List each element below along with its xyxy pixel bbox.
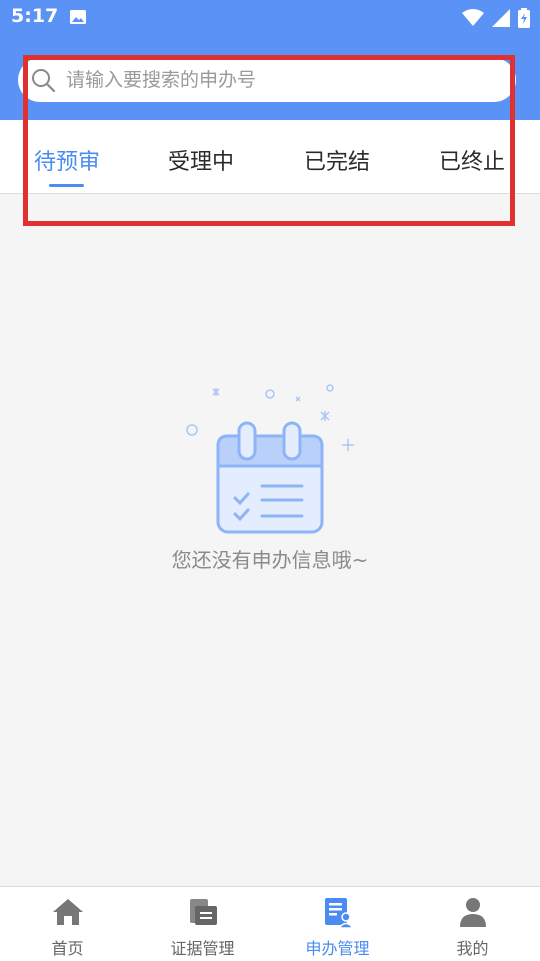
nav-mine-label: 我的 xyxy=(456,939,489,958)
status-tabs: 待预审 受理中 已完结 已终止 xyxy=(0,120,540,194)
application-manage-icon xyxy=(324,898,355,929)
cellular-signal-icon xyxy=(492,9,510,27)
person-icon xyxy=(459,898,486,927)
status-bar: 5:17 xyxy=(0,0,540,36)
search-bar[interactable] xyxy=(18,58,516,102)
nav-application-manage-label: 申办管理 xyxy=(305,939,370,958)
search-input[interactable] xyxy=(64,68,468,92)
nav-evidence-manage-label: 证据管理 xyxy=(170,939,235,958)
tab-processing[interactable]: 受理中 xyxy=(168,144,234,176)
empty-state-message: 您还没有申办信息哦~ xyxy=(171,548,369,572)
tab-pending-review[interactable]: 待预审 xyxy=(34,144,100,176)
image-notification-icon xyxy=(70,10,86,24)
nav-home[interactable]: 首页 xyxy=(0,887,135,961)
battery-icon xyxy=(518,8,530,28)
nav-evidence-manage[interactable]: 证据管理 xyxy=(135,887,270,961)
status-time: 5:17 xyxy=(11,5,59,27)
tab-terminated[interactable]: 已终止 xyxy=(439,144,505,176)
nav-application-manage[interactable]: 申办管理 xyxy=(270,887,405,961)
wifi-icon xyxy=(462,9,484,26)
home-icon xyxy=(52,899,83,925)
nav-home-label: 首页 xyxy=(51,939,84,958)
active-tab-indicator xyxy=(49,184,84,187)
evidence-folder-icon xyxy=(189,899,217,925)
empty-calendar-icon xyxy=(186,384,354,534)
tab-completed[interactable]: 已完结 xyxy=(304,144,370,176)
nav-mine[interactable]: 我的 xyxy=(405,887,540,961)
search-icon xyxy=(32,69,56,93)
bottom-navigation: 首页 证据管理 申办管理 我的 xyxy=(0,886,540,961)
